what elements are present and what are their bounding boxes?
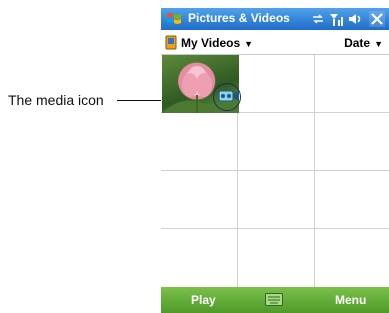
menu-softkey[interactable]: Menu — [335, 293, 366, 307]
device-screen: Pictures & Videos My Videos ▼ Date ▼ Pla… — [161, 0, 389, 313]
grid-cell — [238, 229, 315, 287]
softkey-bar: Play Menu — [161, 287, 389, 313]
grid-cell — [161, 113, 238, 171]
signal-icon[interactable] — [329, 11, 343, 27]
thumbnail-grid — [161, 55, 389, 287]
grid-cell — [315, 171, 389, 229]
grid-cell — [238, 55, 315, 113]
title-bar: Pictures & Videos — [161, 8, 389, 30]
app-title: Pictures & Videos — [188, 11, 290, 25]
grid-cell — [238, 171, 315, 229]
volume-icon[interactable] — [347, 11, 363, 27]
folder-dropdown[interactable]: My Videos ▼ — [181, 36, 253, 50]
grid-cell — [315, 55, 389, 113]
grid-cell — [161, 229, 238, 287]
grid-cell — [315, 113, 389, 171]
grid-cell — [238, 113, 315, 171]
keyboard-icon[interactable] — [265, 293, 283, 306]
chevron-down-icon: ▼ — [374, 39, 383, 49]
windows-start-icon[interactable] — [165, 10, 183, 28]
grid-cell — [161, 171, 238, 229]
callout-ring — [213, 83, 241, 111]
toolbar: My Videos ▼ Date ▼ — [161, 32, 389, 55]
connectivity-icon[interactable] — [311, 11, 325, 27]
video-folder-icon — [165, 35, 177, 50]
sort-label: Date — [344, 36, 371, 50]
grid-cell — [315, 229, 389, 287]
folder-label: My Videos — [181, 36, 241, 50]
callout-label: The media icon — [8, 92, 104, 108]
close-icon[interactable] — [369, 11, 385, 27]
chevron-down-icon: ▼ — [244, 39, 254, 49]
play-softkey[interactable]: Play — [191, 293, 216, 307]
sort-dropdown[interactable]: Date ▼ — [344, 36, 383, 50]
